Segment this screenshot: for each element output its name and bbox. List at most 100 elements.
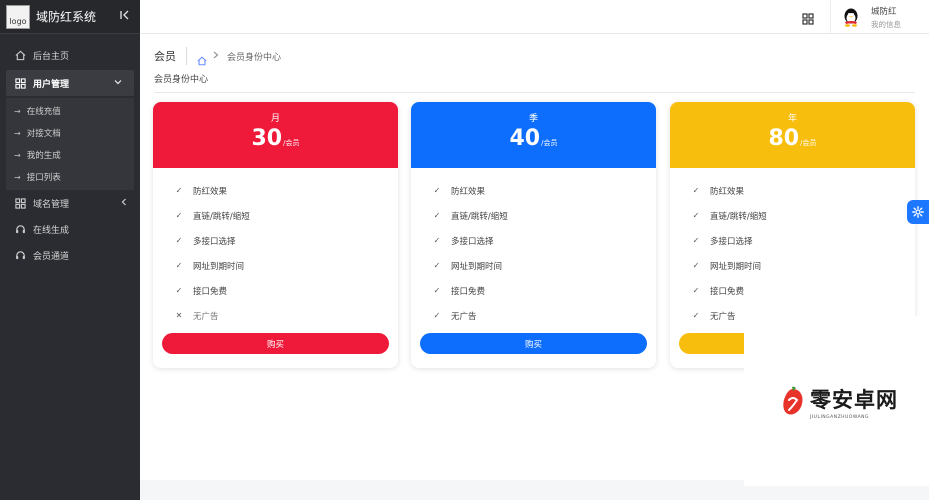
brand-title: 域防红系统 xyxy=(36,10,97,24)
page-title: 会员身份中心 xyxy=(154,75,209,85)
list-item: ✓ 接口免费 xyxy=(431,278,656,303)
sidebar-item-home[interactable]: 后台主页 xyxy=(0,42,140,68)
submenu-item-api-list[interactable]: → 接口列表 xyxy=(6,166,134,188)
check-icon: ✓ xyxy=(692,286,700,295)
apps-grid-icon[interactable] xyxy=(802,10,816,25)
watermark-title: 零安卓网 xyxy=(810,387,898,412)
watermark-overlay: 零安卓网 JIULINGANZHUOWANG xyxy=(744,316,929,486)
user-menu[interactable]: 城防红 我的信息 xyxy=(830,0,929,34)
list-item: ✕ 无广告 xyxy=(173,303,398,328)
submenu-item-recharge[interactable]: → 在线充值 xyxy=(6,100,134,122)
check-icon: ✓ xyxy=(433,311,441,320)
cross-icon: ✕ xyxy=(175,311,183,320)
user-management-submenu: → 在线充值 → 对接文档 → 我的生成 → 接口列表 xyxy=(6,98,134,190)
feature-text: 直链/跳转/缩短 xyxy=(710,211,767,222)
list-item: ✓ 无广告 xyxy=(431,303,656,328)
chevron-down-icon xyxy=(114,78,122,89)
plan-price: 30/会员 xyxy=(153,126,398,151)
check-icon: ✓ xyxy=(692,186,700,195)
sidebar-item-label: 会员通道 xyxy=(33,251,70,262)
feature-text: 多接口选择 xyxy=(193,236,236,247)
avatar xyxy=(841,7,861,27)
list-item: ✓ 接口免费 xyxy=(690,278,915,303)
watermark-subtitle: JIULINGANZHUOWANG xyxy=(810,415,870,420)
check-icon: ✓ xyxy=(433,261,441,270)
submenu-item-label: 我的生成 xyxy=(26,151,61,161)
check-icon: ✓ xyxy=(175,186,183,195)
home-icon[interactable] xyxy=(197,51,207,66)
check-icon: ✓ xyxy=(175,286,183,295)
list-item: ✓ 多接口选择 xyxy=(173,228,398,253)
sidebar-item-label: 在线生成 xyxy=(33,225,70,236)
list-item: ✓ 接口免费 xyxy=(173,278,398,303)
brand-bar: logo 域防红系统 xyxy=(0,0,140,34)
submenu-item-my-generated[interactable]: → 我的生成 xyxy=(6,144,134,166)
list-item: ✓ 防红效果 xyxy=(690,178,915,203)
feature-list: ✓ 防红效果 ✓ 直链/跳转/缩短 ✓ 多接口选择 ✓ 网址到期时间 ✓ 接口免费 ✓ 无广… xyxy=(411,168,656,328)
check-icon: ✓ xyxy=(692,236,700,245)
arrow-right-icon: → xyxy=(14,128,21,138)
feature-text: 直链/跳转/缩短 xyxy=(193,211,250,222)
topbar: 城防红 我的信息 xyxy=(140,0,929,34)
sidebar-item-domain-management[interactable]: 域名管理 xyxy=(0,190,140,216)
sidebar-item-online-generate[interactable]: 在线生成 xyxy=(0,216,140,242)
breadcrumb-current: 会员身份中心 xyxy=(227,52,282,63)
plan-card-quarterly: 季 40/会员 ✓ 防红效果 ✓ 直链/跳转/缩短 ✓ 多接口选择 ✓ 网址到期时间 ✓… xyxy=(411,102,656,368)
grid-icon xyxy=(14,197,26,209)
plan-header: 年 80/会员 xyxy=(670,102,915,168)
settings-tab[interactable] xyxy=(907,200,929,224)
breadcrumb: 会员 会员身份中心 xyxy=(154,46,281,66)
feature-text: 接口免费 xyxy=(193,286,228,297)
submenu-item-label: 对接文档 xyxy=(26,129,61,139)
plan-header: 月 30/会员 xyxy=(153,102,398,168)
headset-icon xyxy=(14,223,26,235)
list-item: ✓ 网址到期时间 xyxy=(431,253,656,278)
chevron-left-icon xyxy=(120,198,128,209)
home-icon xyxy=(14,49,26,61)
plan-period: 月 xyxy=(270,114,280,124)
chevron-right-icon xyxy=(213,51,219,62)
user-info-link[interactable]: 我的信息 xyxy=(871,19,901,30)
list-item: ✓ 防红效果 xyxy=(431,178,656,203)
sidebar-item-label: 后台主页 xyxy=(33,51,70,62)
feature-text: 直链/跳转/缩短 xyxy=(451,211,508,222)
submenu-item-docs[interactable]: → 对接文档 xyxy=(6,122,134,144)
check-icon: ✓ xyxy=(175,211,183,220)
collapse-sidebar-icon[interactable] xyxy=(120,10,130,23)
user-name: 城防红 xyxy=(871,6,897,17)
sidebar-item-label: 域名管理 xyxy=(33,199,70,210)
headset-icon xyxy=(14,249,26,261)
feature-text: 多接口选择 xyxy=(710,236,753,247)
feature-text: 网址到期时间 xyxy=(193,261,245,272)
check-icon: ✓ xyxy=(433,236,441,245)
feature-text: 防红效果 xyxy=(710,186,745,197)
feature-text: 网址到期时间 xyxy=(451,261,503,272)
sidebar-item-member-channel[interactable]: 会员通道 xyxy=(0,242,140,268)
arrow-right-icon: → xyxy=(14,106,21,116)
check-icon: ✓ xyxy=(692,261,700,270)
list-item: ✓ 网址到期时间 xyxy=(690,253,915,278)
gear-icon xyxy=(912,203,924,222)
arrow-right-icon: → xyxy=(14,172,21,182)
feature-text: 无广告 xyxy=(451,311,477,322)
submenu-item-label: 在线充值 xyxy=(26,107,61,117)
divider xyxy=(186,47,187,65)
feature-list: ✓ 防红效果 ✓ 直链/跳转/缩短 ✓ 多接口选择 ✓ 网址到期时间 ✓ 接口免费 ✓ 无广… xyxy=(670,168,915,328)
feature-text: 网址到期时间 xyxy=(710,261,762,272)
buy-button-monthly[interactable]: 购买 xyxy=(162,333,389,354)
breadcrumb-category: 会员 xyxy=(154,50,176,63)
list-item: ✓ 防红效果 xyxy=(173,178,398,203)
list-item: ✓ 直链/跳转/缩短 xyxy=(690,203,915,228)
plan-price: 40/会员 xyxy=(411,126,656,151)
buy-button-quarterly[interactable]: 购买 xyxy=(420,333,647,354)
check-icon: ✓ xyxy=(692,211,700,220)
price-value: 80 xyxy=(768,126,800,151)
feature-text: 无广告 xyxy=(710,311,736,322)
sidebar-item-user-management[interactable]: 用户管理 xyxy=(6,70,134,96)
price-unit: /会员 xyxy=(283,139,300,147)
divider xyxy=(154,92,915,93)
sidebar-nav: 后台主页 用户管理 → 在线充值 → 对接文档 → 我的生成 → 接口列表 域名管理 xyxy=(0,34,140,268)
sidebar: logo 域防红系统 后台主页 用户管理 → 在线充值 → 对接文档 → 我的生成 → xyxy=(0,0,140,500)
check-icon: ✓ xyxy=(692,311,700,320)
plan-card-monthly: 月 30/会员 ✓ 防红效果 ✓ 直链/跳转/缩短 ✓ 多接口选择 ✓ 网址到期时间 ✓… xyxy=(153,102,398,368)
